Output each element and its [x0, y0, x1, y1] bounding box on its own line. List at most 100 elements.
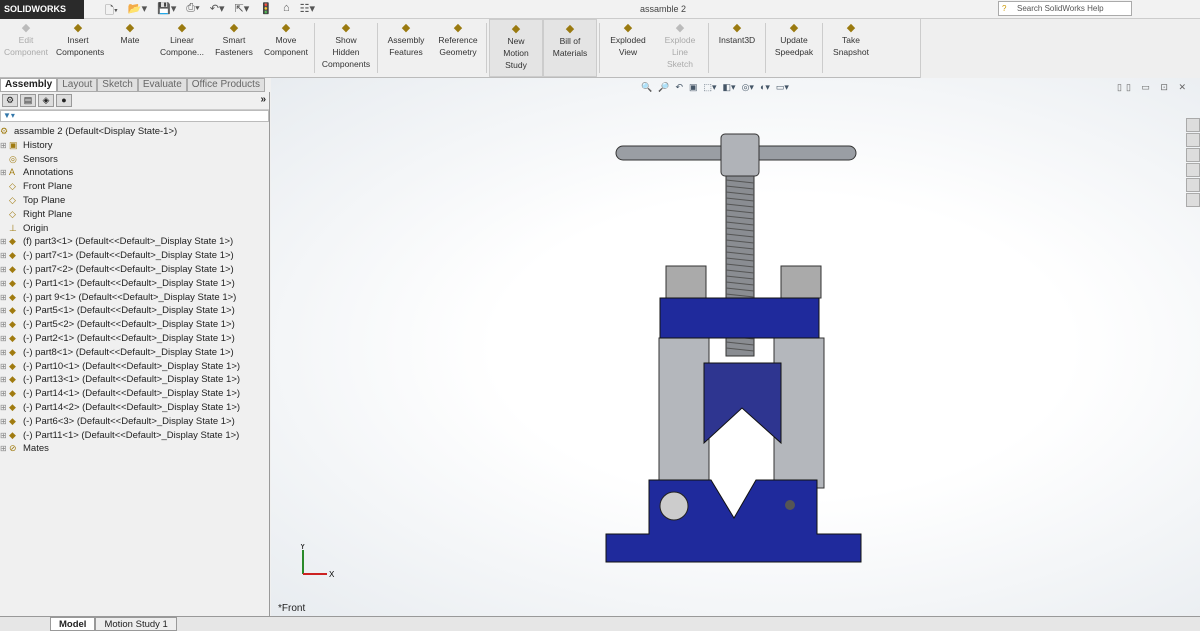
tab-evaluate[interactable]: Evaluate [137, 78, 187, 92]
expand-icon[interactable]: ⊞ [0, 277, 9, 291]
ribbon-button-edit-component[interactable]: ◆ Edit Component [0, 19, 52, 77]
command-icon: ◆ [623, 22, 633, 34]
tree-item[interactable]: ⊞ ◆ (-) Part5<1> (Default<<Default>_Displa… [0, 304, 269, 318]
upper-jaw [703, 362, 782, 445]
part-icon: ◆ [9, 401, 16, 412]
expand-icon[interactable]: ⊞ [0, 415, 9, 429]
expand-icon[interactable]: ⊞ [0, 304, 9, 318]
command-icon: ◆ [281, 22, 291, 34]
pivot-pin [659, 491, 689, 521]
ribbon-button-take-snapshot[interactable]: ◆ Take Snapshot [825, 19, 877, 77]
expand-icon[interactable]: ⊞ [0, 429, 9, 443]
tree-item[interactable]: ⊞ ◆ (-) Part6<3> (Default<<Default>_Displa… [0, 415, 269, 429]
tree-item[interactable]: ⊞ ◆ (-) Part11<1> (Default<<Default>_Displ… [0, 429, 269, 443]
expand-icon[interactable]: ⊞ [0, 401, 9, 415]
separator [377, 23, 378, 73]
tree-item[interactable]: ⊞ ◆ (-) Part10<1> (Default<<Default>_Displ… [0, 360, 269, 374]
help-icon: ? [1002, 4, 1007, 13]
ribbon-button-move-component[interactable]: ◆ Move Component [260, 19, 312, 77]
ribbon-button-bill-of-materials[interactable]: ◆ Bill of Materials [543, 19, 597, 77]
expand-icon[interactable]: ⊞ [0, 166, 9, 180]
tree-item[interactable]: ⊞ ◆ (f) part3<1> (Default<<Default>_Displa… [0, 235, 269, 249]
expand-icon[interactable]: ⊞ [0, 235, 9, 249]
tree-item[interactable]: ⊞ ◆ (-) Part1<1> (Default<<Default>_Displa… [0, 277, 269, 291]
tree-item[interactable]: ⊞ A Annotations [0, 166, 269, 180]
expand-icon[interactable]: ⊞ [0, 387, 9, 401]
tree-item[interactable]: ◇ Top Plane [0, 194, 269, 208]
ribbon-button-insert-components[interactable]: ◆ Insert Components [52, 19, 104, 77]
expand-icon[interactable]: ⊞ [0, 346, 9, 360]
tree-item[interactable]: ⊞ ▣ History [0, 139, 269, 153]
expand-icon[interactable]: ⊞ [0, 332, 9, 346]
vise-model[interactable] [271, 78, 1200, 616]
ribbon-button-new-motion-study[interactable]: ◆ New Motion Study [489, 19, 543, 77]
command-icon: ◆ [21, 22, 31, 34]
annotation-icon: A [9, 167, 16, 178]
command-icon: ◆ [675, 22, 685, 34]
tab-sketch[interactable]: Sketch [97, 78, 138, 92]
expand-panel-icon[interactable]: » [260, 94, 266, 105]
tree-item[interactable]: ⊞ ◆ (-) part7<2> (Default<<Default>_Displa… [0, 263, 269, 277]
ribbon-button-show-hidden-components[interactable]: ◆ Show Hidden Components [317, 19, 375, 77]
ribbon-button-mate[interactable]: ◆ Mate [104, 19, 156, 77]
ribbon-empty-area [920, 19, 1200, 78]
handle-hub [720, 133, 760, 177]
part-icon: ◆ [9, 319, 16, 330]
expand-icon[interactable]: ⊞ [0, 263, 9, 277]
tree-item[interactable]: ⊞ ◆ (-) part7<1> (Default<<Default>_Displa… [0, 249, 269, 263]
bottom-tab-motion-study-1[interactable]: Motion Study 1 [95, 617, 177, 631]
ribbon-button-instant3d[interactable]: ◆ Instant3D [711, 19, 763, 77]
ribbon-button-update-speedpak[interactable]: ◆ Update Speedpak [768, 19, 820, 77]
tree-item[interactable]: ⊞ ◆ (-) Part14<1> (Default<<Default>_Displ… [0, 387, 269, 401]
expand-icon[interactable]: ⊞ [0, 318, 9, 332]
command-icon: ◆ [453, 22, 463, 34]
ribbon-button-linear-compone[interactable]: ◆ Linear Compone... [156, 19, 208, 77]
part-icon: ◆ [9, 374, 16, 385]
command-icon: ◆ [341, 22, 351, 34]
tree-item[interactable]: ⊞ ◆ (-) Part14<2> (Default<<Default>_Displ… [0, 401, 269, 415]
history-icon: ▣ [9, 139, 18, 150]
tree-item[interactable]: ⚙ assamble 2 (Default<Display State-1>) [0, 125, 269, 139]
filter-icon[interactable]: ▼▾ [0, 110, 269, 122]
part-icon: ◆ [9, 263, 16, 274]
help-search-input[interactable]: ? Search SolidWorks Help [998, 1, 1132, 16]
ribbon-button-reference-geometry[interactable]: ◆ Reference Geometry [432, 19, 484, 77]
expand-icon[interactable]: ⊞ [0, 360, 9, 374]
graphics-area[interactable]: 🔍 🔎 ↶ ▣ ⬚▾ ◧▾ ◎▾ ◐▾ ▭▾ ▯▯ ▭ ⊡ ✕ Y X *Fro… [271, 78, 1200, 616]
tree-item[interactable]: ⊞ ⊘ Mates [0, 442, 269, 456]
tree-item[interactable]: ⊞ ◆ (-) Part2<1> (Default<<Default>_Displa… [0, 332, 269, 346]
property-manager-tab-icon[interactable]: ▤ [20, 94, 36, 107]
feature-tree-tab-icon[interactable]: ⚙ [2, 94, 18, 107]
top-crossbar [659, 297, 820, 339]
expand-icon[interactable]: ⊞ [0, 249, 9, 263]
plane-icon: ◇ [9, 208, 16, 219]
tree-item[interactable]: ⊞ ◆ (-) part8<1> (Default<<Default>_Displa… [0, 346, 269, 360]
expand-icon[interactable]: ⊞ [0, 139, 9, 153]
appearance-tab-icon[interactable]: ● [56, 94, 72, 107]
command-icon: ◆ [401, 22, 411, 34]
tree-item[interactable]: ⊥ Origin [0, 222, 269, 236]
tree-item[interactable]: ◎ Sensors [0, 153, 269, 167]
bottom-tab-model[interactable]: Model [50, 617, 96, 631]
ribbon-button-exploded-view[interactable]: ◆ Exploded View [602, 19, 654, 77]
expand-icon[interactable]: ⊞ [0, 442, 9, 456]
tree-item[interactable]: ⊞ ◆ (-) Part13<1> (Default<<Default>_Displ… [0, 373, 269, 387]
ribbon-button-smart-fasteners[interactable]: ◆ Smart Fasteners [208, 19, 260, 77]
tree-item[interactable]: ◇ Right Plane [0, 208, 269, 222]
ribbon-button-assembly-features[interactable]: ◆ Assembly Features [380, 19, 432, 77]
ribbon-button-explode-line-sketch[interactable]: ◆ Explode Line Sketch [654, 19, 706, 77]
tab-assembly[interactable]: Assembly [0, 78, 58, 92]
tab-layout[interactable]: Layout [57, 78, 98, 92]
separator [599, 23, 600, 73]
tab-office-products[interactable]: Office Products [186, 78, 265, 92]
expand-icon[interactable]: ⊞ [0, 373, 9, 387]
configuration-tab-icon[interactable]: ◈ [38, 94, 54, 107]
tree-item[interactable]: ◇ Front Plane [0, 180, 269, 194]
tree-item[interactable]: ⊞ ◆ (-) Part5<2> (Default<<Default>_Displa… [0, 318, 269, 332]
tree-item[interactable]: ⊞ ◆ (-) part 9<1> (Default<<Default>_Displ… [0, 291, 269, 305]
sensor-icon: ◎ [9, 153, 17, 164]
mates-icon: ⊘ [9, 443, 17, 454]
origin-icon: ⊥ [9, 222, 17, 233]
part-icon: ◆ [9, 305, 16, 316]
expand-icon[interactable]: ⊞ [0, 291, 9, 305]
